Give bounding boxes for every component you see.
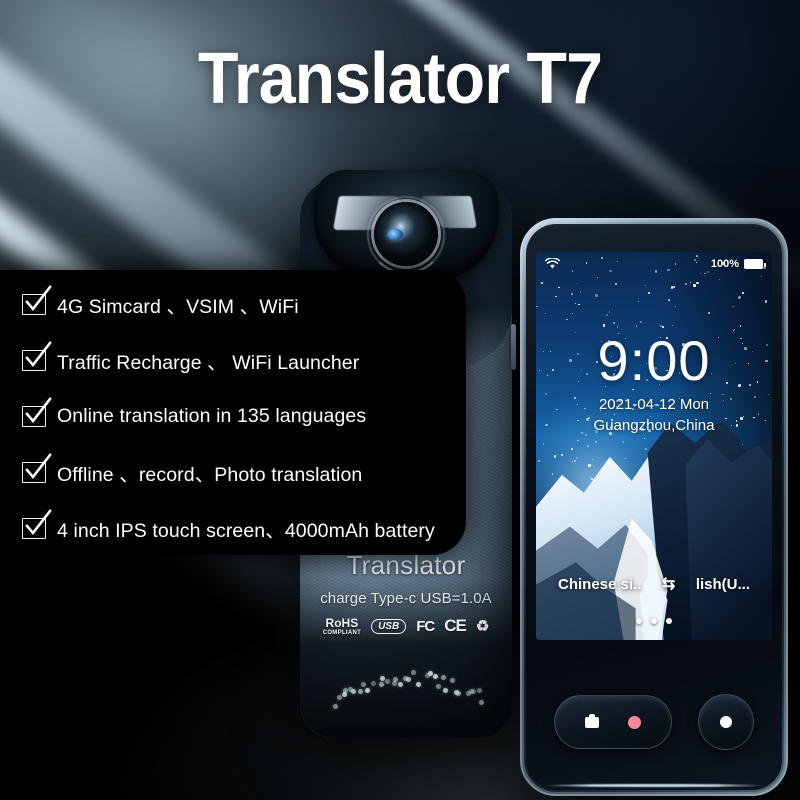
speaker-hole — [432, 673, 438, 679]
battery-status: 100% — [710, 258, 767, 270]
speaker-hole — [470, 688, 476, 694]
speaker-hole — [427, 670, 433, 676]
speaker-hole — [440, 675, 446, 681]
language-selector-bar[interactable]: Chinese si.. ⇆ lish(U... — [536, 574, 772, 594]
pager-dot[interactable] — [636, 618, 642, 624]
speaker-hole — [397, 681, 403, 687]
speaker-hole — [342, 688, 348, 694]
speaker-hole — [455, 690, 461, 696]
lockscreen-date: 2021-04-12 Mon — [598, 396, 710, 413]
lockscreen-location: Guangzhou,China — [593, 417, 715, 434]
feature-row: Traffic Recharge 、 WiFi Launcher — [22, 332, 460, 388]
phone-inner-rim — [523, 221, 785, 793]
certification-logos: RoHS COMPLIANT USB FC CE ♻ — [300, 616, 512, 636]
speaker-hole — [478, 699, 484, 705]
speaker-hole — [450, 678, 456, 684]
ce-logo: CE — [444, 616, 467, 635]
status-bar: 100% — [536, 252, 772, 276]
swap-arrows-icon[interactable]: ⇆ — [662, 574, 675, 594]
speaker-hole — [358, 689, 364, 695]
feature-text: Online translation in 135 languages — [57, 404, 367, 427]
speaker-hole — [360, 681, 366, 687]
rear-camera-lens — [374, 202, 438, 266]
product-banner: Translator charge Type-c USB=1.0A RoHS C… — [0, 0, 800, 800]
speaker-grille — [331, 652, 484, 709]
feature-text: Traffic Recharge 、 WiFi Launcher — [57, 351, 360, 374]
feature-list: 4G Simcard 、VSIM 、WiFi Traffic Recharge 、… — [22, 276, 460, 556]
device-charge-spec: charge Type-c USB=1.0A — [320, 590, 492, 607]
check-mark-icon — [25, 340, 52, 367]
pager-dot[interactable] — [651, 618, 657, 624]
speaker-hole — [371, 681, 377, 687]
feature-row: 4 inch IPS touch screen、4000mAh battery — [22, 500, 460, 556]
fcc-logo: FC — [416, 617, 435, 635]
feature-row: Online translation in 135 languages — [22, 388, 460, 444]
translator-device-front: 100% 9:00 2021-04-12 Mon Guangzhou,China… — [520, 218, 788, 796]
feature-row: Offline 、record、Photo translation — [22, 444, 460, 500]
pager-dot[interactable] — [666, 618, 672, 624]
speaker-hole — [443, 688, 449, 694]
check-mark-icon — [25, 396, 52, 423]
check-mark-icon — [25, 284, 52, 311]
wifi-icon — [545, 258, 560, 269]
checkbox-checked-icon — [22, 508, 52, 539]
feature-text: 4G Simcard 、VSIM 、WiFi — [57, 295, 299, 318]
speaker-hole — [332, 703, 338, 709]
feature-text: 4 inch IPS touch screen、4000mAh battery — [57, 519, 435, 542]
battery-full-icon — [744, 259, 767, 269]
speaker-hole — [384, 678, 390, 684]
speaker-hole — [351, 688, 357, 694]
check-mark-icon — [25, 508, 52, 535]
rohs-line1: RoHS — [325, 615, 359, 630]
checkbox-checked-icon — [22, 284, 52, 315]
power-side-button[interactable] — [511, 324, 516, 370]
page-title: Translator T7 — [197, 39, 603, 119]
target-language-label[interactable]: lish(U... — [696, 576, 750, 593]
speaker-hole — [405, 677, 411, 683]
feature-list-panel: 4G Simcard 、VSIM 、WiFi Traffic Recharge 、… — [0, 270, 466, 555]
speaker-hole — [392, 681, 398, 687]
checkbox-checked-icon — [22, 396, 52, 427]
rohs-line2: COMPLIANT — [322, 629, 362, 636]
check-mark-icon — [25, 452, 52, 479]
speaker-hole — [336, 695, 342, 701]
rohs-compliant-logo: RoHS COMPLIANT — [323, 617, 361, 636]
recycle-logo: ♻ — [475, 618, 490, 635]
checkbox-checked-icon — [22, 452, 52, 483]
speaker-hole — [415, 681, 421, 687]
battery-percent-label: 100% — [710, 258, 739, 270]
source-language-label[interactable]: Chinese si.. — [558, 576, 641, 593]
pager-dots[interactable] — [536, 618, 772, 624]
usb-logo: USB — [371, 618, 407, 634]
speaker-hole — [410, 670, 416, 676]
speaker-hole — [379, 681, 385, 687]
speaker-hole — [435, 683, 441, 689]
lockscreen-clock: 9:00 — [597, 329, 711, 392]
feature-row: 4G Simcard 、VSIM 、WiFi — [22, 276, 460, 332]
speaker-hole — [365, 687, 371, 693]
checkbox-checked-icon — [22, 340, 52, 371]
feature-text: Offline 、record、Photo translation — [57, 463, 363, 486]
